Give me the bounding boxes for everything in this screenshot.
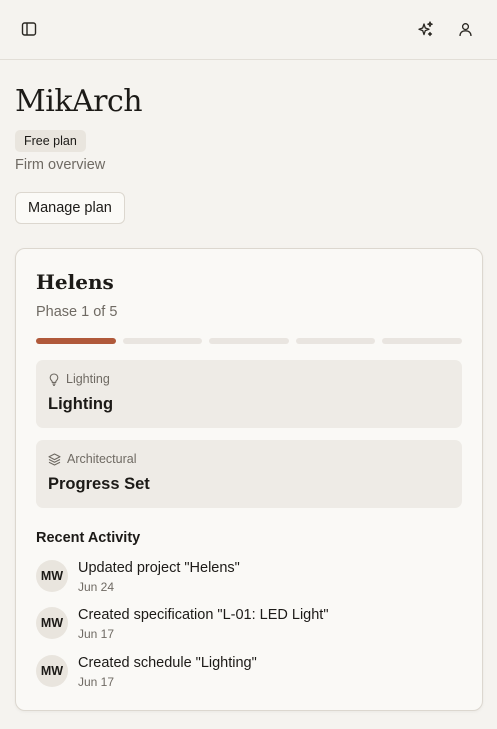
manage-plan-button[interactable]: Manage plan <box>15 192 125 224</box>
activity-text: Created specification "L-01: LED Light" <box>78 607 329 623</box>
avatar: MW <box>36 560 68 592</box>
activity-text: Updated project "Helens" <box>78 560 240 576</box>
phase-progress <box>36 338 462 344</box>
tile-kicker-label: Lighting <box>66 372 110 386</box>
firm-subtitle: Firm overview <box>15 157 106 173</box>
tile-title: Lighting <box>48 395 114 413</box>
activity-date: Jun 24 <box>78 580 115 594</box>
phase-segment-3 <box>209 338 289 344</box>
phase-segment-5 <box>382 338 462 344</box>
phase-segment-4 <box>295 338 376 344</box>
activity-item: MW Created specification "L-01: LED Ligh… <box>36 603 462 643</box>
activity-text: Created schedule "Lighting" <box>78 655 257 671</box>
sparkles-icon <box>417 20 433 36</box>
lightbulb-icon <box>49 372 59 386</box>
account-button[interactable] <box>452 16 478 42</box>
tile-kicker-label: Architectural <box>67 452 137 466</box>
phase-segment-2 <box>122 338 203 344</box>
tile-kicker: Architectural <box>48 452 136 466</box>
ai-assistant-button[interactable] <box>412 16 438 42</box>
activity-item: MW Updated project "Helens" Jun 24 <box>36 556 462 596</box>
firm-name: MikArch <box>15 84 143 119</box>
project-card[interactable]: Helens Phase 1 of 5 Lighting Lighting Ar… <box>15 248 483 711</box>
avatar: MW <box>36 655 68 687</box>
tile-kicker: Lighting <box>48 372 110 386</box>
phase-label: Phase 1 of 5 <box>36 304 118 320</box>
plan-badge: Free plan <box>15 130 86 152</box>
tile-title: Progress Set <box>48 475 150 493</box>
recent-activity-heading: Recent Activity <box>36 530 141 546</box>
phase-segment-1 <box>36 338 116 344</box>
user-icon <box>458 22 472 36</box>
top-bar <box>0 0 497 60</box>
tile-lighting[interactable]: Lighting Lighting <box>36 360 462 428</box>
project-name: Helens <box>36 270 114 294</box>
sidebar-toggle-icon <box>21 22 37 36</box>
avatar: MW <box>36 607 68 639</box>
layers-icon <box>48 452 61 466</box>
activity-date: Jun 17 <box>78 627 115 641</box>
activity-date: Jun 17 <box>78 675 115 689</box>
activity-item: MW Created schedule "Lighting" Jun 17 <box>36 651 462 691</box>
tile-architectural[interactable]: Architectural Progress Set <box>36 440 462 508</box>
sidebar-toggle-button[interactable] <box>16 16 42 42</box>
